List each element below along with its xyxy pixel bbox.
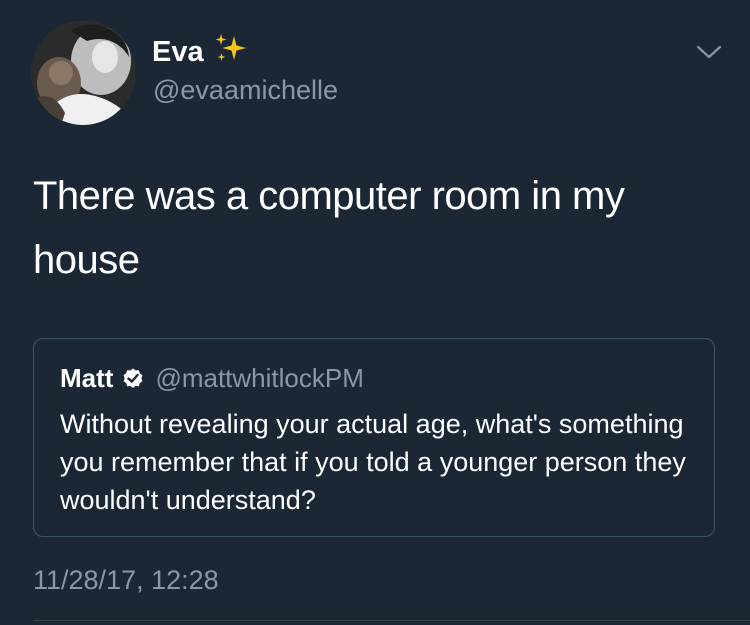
avatar[interactable] [31, 21, 135, 125]
tweet-text: There was a computer room in my house [33, 174, 625, 282]
sparkles-icon [214, 34, 248, 73]
author-display-name[interactable]: Eva [152, 34, 248, 73]
verified-badge-icon [121, 366, 145, 390]
avatar-photo [31, 21, 135, 125]
quoted-author-handle: @mattwhitlockPM [155, 362, 364, 393]
divider [33, 620, 750, 621]
quoted-tweet-header: Matt @mattwhitlockPM [60, 361, 364, 395]
tweet-timestamp[interactable]: 11/28/17, 12:28 [33, 563, 219, 597]
quoted-tweet-card[interactable]: Matt @mattwhitlockPM Without revealing y… [33, 338, 715, 537]
quoted-author-name: Matt [60, 362, 114, 393]
chevron-down-icon[interactable] [696, 43, 722, 61]
quoted-tweet-text: Without revealing your actual age, what'… [60, 409, 686, 515]
author-handle[interactable]: @evaamichelle [153, 73, 338, 107]
author-name-text: Eva [152, 36, 204, 68]
tweet-view: Eva @evaamichelle There was a computer r… [0, 0, 750, 625]
